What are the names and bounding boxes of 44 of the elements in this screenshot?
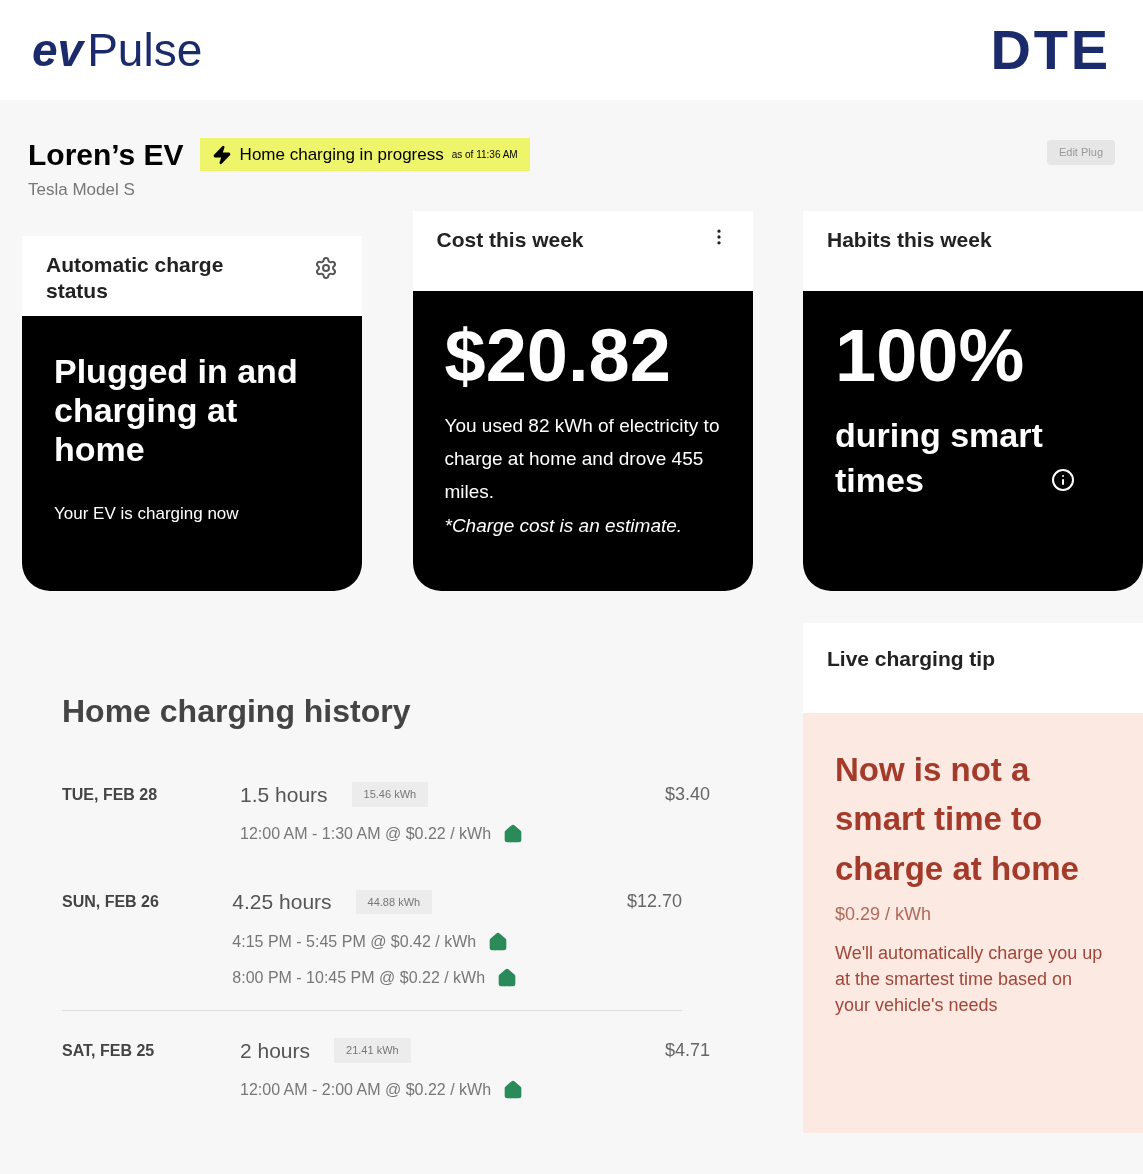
energy-tag: 44.88 kWh <box>355 889 433 914</box>
charge-cost: $3.40 <box>664 782 710 806</box>
home-icon <box>488 931 509 952</box>
card-text: during smart times <box>835 414 1043 502</box>
vehicle-name: Loren’s EV <box>28 137 184 173</box>
habits-percent: 100% <box>835 318 1026 393</box>
charge-cost: $12.70 <box>626 890 682 914</box>
card-text: Your EV is charging now <box>54 502 240 525</box>
energy-tag: 21.41 kWh <box>334 1038 411 1063</box>
energy-tag: 15.46 kWh <box>351 782 429 807</box>
tip-headline: Now is not a smart time to charge at home <box>835 749 1080 889</box>
history-date: SUN, FEB 26 <box>62 892 160 912</box>
section-title: Home charging history <box>62 691 412 731</box>
info-icon[interactable] <box>1051 468 1075 493</box>
card-text: You used 82 kWh of electricity to charge at home and drove 455 miles. <box>444 413 721 504</box>
tip-text: We'll automatically charge you up at the smartest time based on your vehicle's needs <box>835 942 1104 1017</box>
history-date: TUE, FEB 28 <box>62 784 159 805</box>
card-headline: Plugged in and charging at home <box>54 351 299 469</box>
tip-rate: $0.29 / kWh <box>835 903 933 926</box>
cost-amount: $20.82 <box>444 318 672 393</box>
session-detail: 8:00 PM - 10:45 PM @ $0.22 / kWh <box>232 967 486 988</box>
charge-duration: 2 hours <box>240 1037 311 1064</box>
bolt-icon <box>211 144 232 165</box>
charge-cost: $4.71 <box>664 1038 710 1062</box>
session-detail: 12:00 AM - 2:00 AM @ $0.22 / kWh <box>240 1080 492 1100</box>
home-icon <box>497 967 518 988</box>
app-logo: evPulse <box>32 22 203 78</box>
card-title: Habits this week <box>827 226 993 253</box>
charge-duration: 4.25 hours <box>232 889 332 915</box>
charge-duration: 1.5 hours <box>240 781 328 808</box>
vehicle-model: Tesla Model S <box>28 179 136 201</box>
estimate-note: *Charge cost is an estimate. <box>444 513 684 538</box>
card-title: Cost this week <box>436 226 585 253</box>
brand-logo: DTE <box>990 17 1111 83</box>
session-detail: 12:00 AM - 1:30 AM @ $0.22 / kWh <box>240 824 492 844</box>
tip-title: Live charging tip <box>827 646 996 670</box>
history-date: SAT, FEB 25 <box>62 1040 156 1061</box>
home-icon <box>503 1080 524 1100</box>
home-icon <box>503 824 524 844</box>
card-title: Automatic charge status <box>46 251 225 304</box>
charging-status-badge: Home charging in progress as of 11:36 AM <box>199 137 530 172</box>
session-detail: 4:15 PM - 5:45 PM @ $0.42 / kWh <box>232 931 477 952</box>
edit-button[interactable]: Edit Plug <box>1046 140 1115 165</box>
settings-icon[interactable] <box>314 255 338 280</box>
